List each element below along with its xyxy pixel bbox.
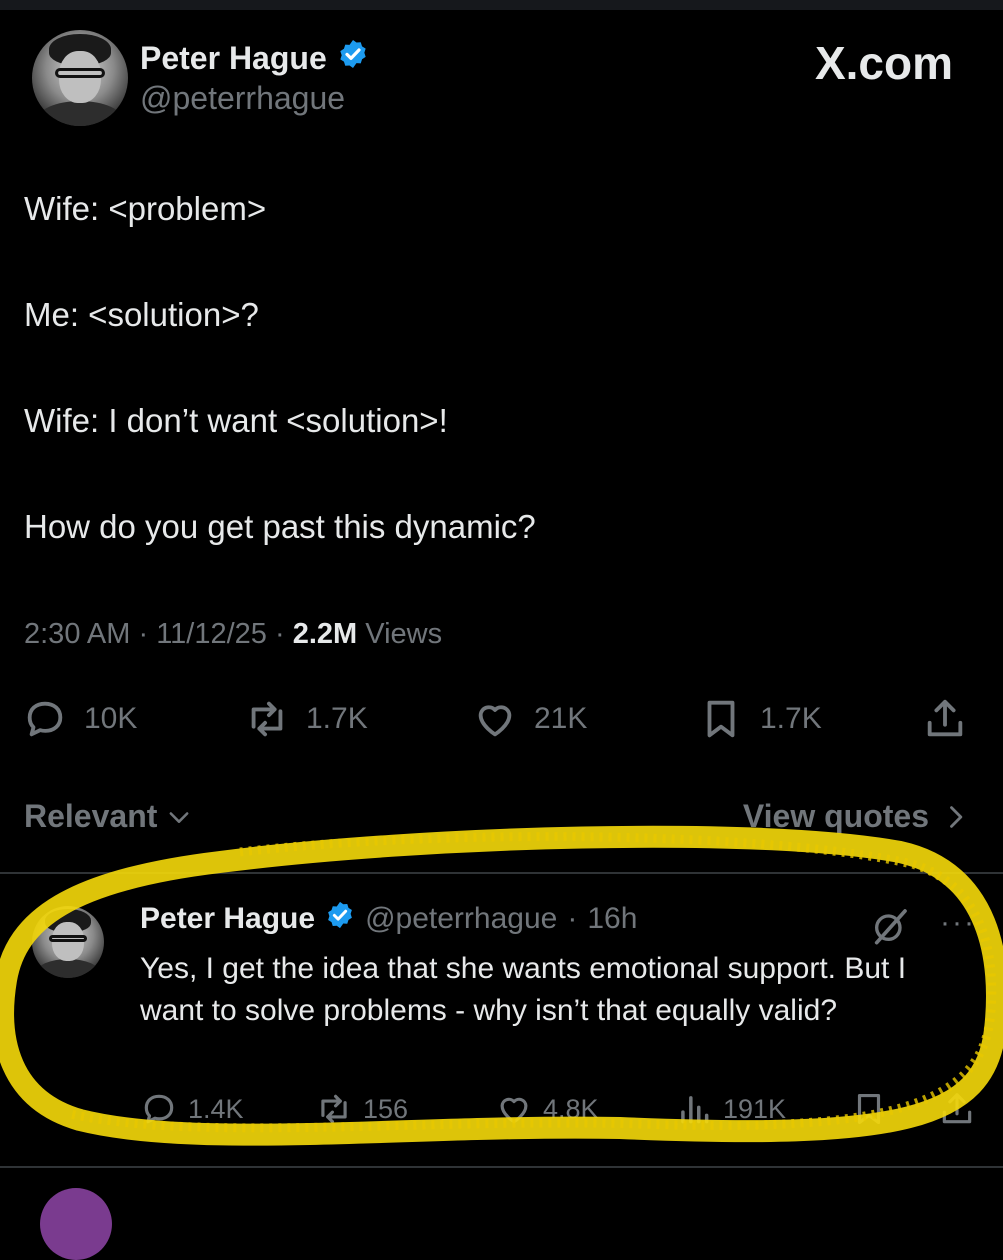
author-name-text[interactable]: Peter Hague: [140, 40, 327, 77]
brand-logo: X.com: [814, 37, 953, 89]
share-icon: [927, 699, 963, 737]
views-count: 2.2M: [292, 618, 358, 650]
chevron-down-icon: [169, 811, 189, 823]
divider: [0, 872, 1003, 874]
reply-views-button[interactable]: 191K: [675, 1090, 786, 1128]
quotes-label: View quotes: [742, 798, 929, 834]
view-quotes-link[interactable]: View quotes: [743, 798, 969, 835]
like-count: 21K: [534, 702, 588, 735]
reply-actions: 1.4K 156 4.8K 191K: [140, 1090, 980, 1134]
divider: [0, 1166, 1003, 1168]
grok-icon[interactable]: [870, 906, 910, 946]
reply-repost-button[interactable]: 156: [315, 1090, 408, 1128]
top-edge: [0, 0, 1003, 10]
bookmark-button[interactable]: 1.7K: [698, 696, 822, 742]
reply-author-avatar[interactable]: [32, 906, 104, 978]
reply-icon: [27, 701, 63, 737]
author-name[interactable]: Peter Hague: [140, 38, 369, 78]
bookmark-count: 1.7K: [760, 702, 822, 735]
like-icon: [478, 705, 512, 737]
share-button[interactable]: [922, 696, 968, 742]
like-button[interactable]: 21K: [472, 696, 587, 742]
next-reply-avatar[interactable]: [40, 1188, 112, 1260]
reply-repost-count: 156: [363, 1093, 409, 1124]
post-meta: 2:30 AM · 11/12/25 · 2.2M Views: [24, 618, 443, 650]
share-icon: [942, 1093, 972, 1124]
post-date[interactable]: 11/12/25: [156, 618, 267, 650]
reply-share-button[interactable]: [938, 1090, 976, 1128]
repost-icon: [251, 701, 283, 737]
views-icon: [681, 1096, 709, 1124]
verified-badge-icon: [325, 900, 355, 938]
post-line-3: Wife: I don’t want <solution>!: [24, 402, 448, 439]
reply-age[interactable]: 16h: [587, 902, 637, 936]
repost-icon: [321, 1094, 347, 1124]
repost-count: 1.7K: [306, 702, 368, 735]
like-icon: [500, 1097, 528, 1124]
reply-author-handle[interactable]: @peterrhague: [365, 902, 557, 936]
reply-count: 10K: [84, 702, 138, 735]
post-line-1: Wife: <problem>: [24, 190, 267, 227]
post-time[interactable]: 2:30 AM: [24, 618, 130, 650]
author-handle[interactable]: @peterrhague: [140, 80, 345, 117]
views-label: Views: [365, 618, 443, 650]
post-actions: 10K 1.7K 21K 1.7K: [22, 696, 982, 750]
repost-button[interactable]: 1.7K: [244, 696, 368, 742]
reply-sort-dropdown[interactable]: Relevant: [24, 798, 193, 835]
post-line-2: Me: <solution>?: [24, 296, 259, 333]
bookmark-icon: [857, 1093, 881, 1125]
bookmark-icon: [707, 700, 735, 738]
reply-button[interactable]: 10K: [22, 696, 137, 742]
reply-views-count: 191K: [723, 1093, 787, 1124]
more-icon[interactable]: ···: [940, 906, 976, 940]
reply-header: Peter Hague @peterrhague · 16h: [140, 900, 637, 938]
reply-like-count: 4.8K: [543, 1093, 599, 1124]
reply-author-name[interactable]: Peter Hague: [140, 902, 315, 936]
reply-reply-button[interactable]: 1.4K: [140, 1090, 244, 1128]
reply-bookmark-button[interactable]: [850, 1090, 888, 1128]
reply-like-button[interactable]: 4.8K: [495, 1090, 599, 1128]
verified-badge-icon: [337, 38, 369, 78]
chevron-right-icon: [950, 805, 963, 828]
reply-reply-count: 1.4K: [188, 1093, 244, 1124]
reply-text: Yes, I get the idea that she wants emoti…: [140, 952, 907, 1027]
author-avatar[interactable]: [32, 30, 128, 126]
reply-icon: [144, 1094, 174, 1124]
post-line-4: How do you get past this dynamic?: [24, 508, 536, 545]
sort-label: Relevant: [24, 798, 158, 834]
